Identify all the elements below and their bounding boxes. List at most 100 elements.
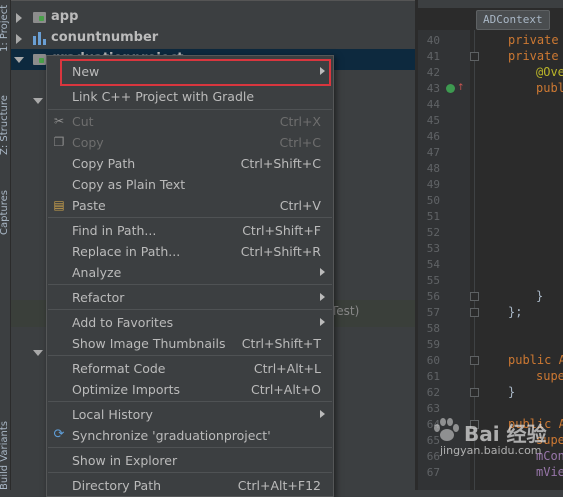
fold-marker-icon[interactable] xyxy=(470,292,479,301)
fold-marker-icon[interactable] xyxy=(470,388,479,397)
override-arrow-icon: ↑ xyxy=(457,83,465,93)
line-number: 58 xyxy=(426,322,440,335)
library-module-icon xyxy=(33,32,46,45)
submenu-arrow-icon xyxy=(320,410,325,418)
paw-logo-icon xyxy=(434,418,460,442)
module-folder-icon xyxy=(33,12,46,23)
line-number: 52 xyxy=(426,226,440,239)
context-menu: New Link C++ Project with Gradle ✂ Cut Ct… xyxy=(46,55,334,497)
chevron-down-icon[interactable] xyxy=(33,98,43,104)
watermark-brand: Bai 经验 xyxy=(464,422,547,446)
tool-window-strip: 1: Project Z: Structure Captures Build V… xyxy=(0,0,11,490)
line-number: 57 xyxy=(426,306,440,319)
menu-item-copy-path[interactable]: Copy Path Ctrl+Shift+C xyxy=(47,153,333,174)
submenu-arrow-icon xyxy=(320,293,325,301)
code-line-61: supe xyxy=(536,369,563,383)
line-number: 44 xyxy=(426,98,440,111)
menu-item-find-in-path[interactable]: Find in Path... Ctrl+Shift+F xyxy=(47,220,333,241)
line-number: 60 xyxy=(426,354,440,367)
menu-item-cut[interactable]: ✂ Cut Ctrl+X xyxy=(47,111,333,132)
code-line-42: @Ove xyxy=(536,65,563,79)
line-number: 59 xyxy=(426,338,440,351)
code-line-40: private xyxy=(508,33,559,47)
line-number: 56 xyxy=(426,290,440,303)
fold-marker-icon[interactable] xyxy=(470,308,479,317)
tool-tab-project[interactable]: 1: Project xyxy=(0,2,11,52)
menu-separator xyxy=(48,472,332,473)
panel-top-border xyxy=(11,0,415,1)
menu-item-directory-path[interactable]: Directory Path Ctrl+Alt+F12 xyxy=(47,475,333,496)
copy-icon: ❐ xyxy=(53,135,65,149)
menu-item-copy[interactable]: ❐ Copy Ctrl+C xyxy=(47,132,333,153)
line-number: 62 xyxy=(426,386,440,399)
menu-item-link-cpp[interactable]: Link C++ Project with Gradle xyxy=(47,86,333,107)
code-line-62: } xyxy=(508,385,516,399)
menu-item-show-in-explorer[interactable]: Show in Explorer xyxy=(47,450,333,471)
watermark-url: jingyan.baidu.com xyxy=(440,444,542,457)
menu-item-copy-plain-text[interactable]: Copy as Plain Text xyxy=(47,174,333,195)
code-line-56: } xyxy=(536,289,544,303)
line-number: 47 xyxy=(426,146,440,159)
menu-item-add-to-favorites[interactable]: Add to Favorites xyxy=(47,312,333,333)
editor-tab-bar xyxy=(418,0,563,8)
menu-item-show-image-thumbnails[interactable]: Show Image Thumbnails Ctrl+Shift+T xyxy=(47,333,333,354)
menu-item-optimize-imports[interactable]: Optimize Imports Ctrl+Alt+O xyxy=(47,379,333,400)
chevron-down-icon[interactable] xyxy=(14,57,24,63)
line-number: 50 xyxy=(426,194,440,207)
module-folder-icon xyxy=(33,54,46,65)
menu-separator xyxy=(48,284,332,285)
chevron-down-icon[interactable] xyxy=(33,350,43,356)
line-number: 61 xyxy=(426,370,440,383)
highlight-box xyxy=(60,59,331,86)
tool-tab-build-variants[interactable]: Build Variants xyxy=(0,395,11,490)
menu-separator xyxy=(48,217,332,218)
chevron-right-icon[interactable] xyxy=(16,13,22,23)
menu-item-reformat-code[interactable]: Reformat Code Ctrl+Alt+L xyxy=(47,358,333,379)
line-number: 48 xyxy=(426,162,440,175)
implements-icon[interactable] xyxy=(446,84,455,93)
test-suffix-text: Test) xyxy=(331,304,360,318)
paste-icon: ▤ xyxy=(53,198,65,212)
line-number: 46 xyxy=(426,130,440,143)
line-number: 49 xyxy=(426,178,440,191)
submenu-arrow-icon xyxy=(320,318,325,326)
menu-separator xyxy=(48,309,332,310)
tool-tab-captures[interactable]: Captures xyxy=(0,175,11,235)
line-number: 45 xyxy=(426,114,440,127)
tree-item-label: app xyxy=(51,9,79,24)
code-line-57: }; xyxy=(508,305,523,319)
sync-icon: ⟳ xyxy=(53,427,65,442)
tool-tab-structure[interactable]: Z: Structure xyxy=(0,80,11,155)
code-line-41: private xyxy=(508,49,559,63)
fold-marker-icon[interactable] xyxy=(470,356,479,365)
line-number: 41 xyxy=(426,50,440,63)
line-number: 55 xyxy=(426,274,440,287)
tree-item-conuntnumber[interactable]: conuntnumber xyxy=(11,28,415,49)
menu-item-replace-in-path[interactable]: Replace in Path... Ctrl+Shift+R xyxy=(47,241,333,262)
menu-item-synchronize[interactable]: ⟳ Synchronize 'graduationproject' xyxy=(47,425,333,446)
submenu-arrow-icon xyxy=(320,268,325,276)
menu-item-analyze[interactable]: Analyze xyxy=(47,262,333,283)
menu-item-refactor[interactable]: Refactor xyxy=(47,287,333,308)
line-number: 53 xyxy=(426,242,440,255)
line-number: 43 xyxy=(426,82,440,95)
scissors-icon: ✂ xyxy=(53,114,65,128)
line-number: 54 xyxy=(426,258,440,271)
line-number: 51 xyxy=(426,210,440,223)
menu-separator xyxy=(48,401,332,402)
menu-separator xyxy=(48,355,332,356)
menu-separator xyxy=(48,109,332,110)
code-line-60: public A xyxy=(508,353,563,367)
tree-item-app[interactable]: app xyxy=(11,7,415,28)
line-number: 40 xyxy=(426,34,440,47)
code-line-43: publ xyxy=(536,81,563,95)
fold-marker-icon[interactable] xyxy=(470,52,479,61)
breadcrumb[interactable]: ADContext xyxy=(476,10,550,30)
chevron-right-icon[interactable] xyxy=(16,34,22,44)
line-number: 42 xyxy=(426,66,440,79)
menu-separator xyxy=(48,447,332,448)
menu-item-paste[interactable]: ▤ Paste Ctrl+V xyxy=(47,195,333,216)
tree-item-label: conuntnumber xyxy=(51,30,159,45)
menu-item-local-history[interactable]: Local History xyxy=(47,404,333,425)
baidu-watermark: Bai 经验 jingyan.baidu.com xyxy=(420,412,563,490)
